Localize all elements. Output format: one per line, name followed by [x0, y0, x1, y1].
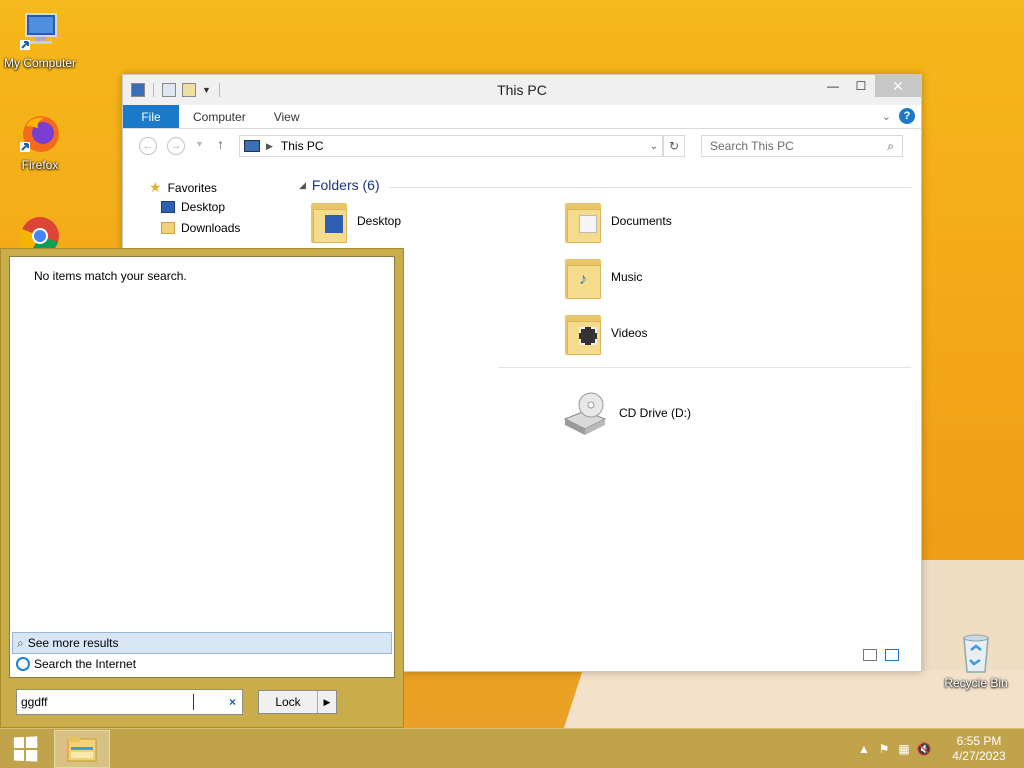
- folder-icon: [565, 311, 601, 355]
- search-query: ggdff: [21, 695, 48, 709]
- computer-icon: [244, 140, 260, 152]
- search-input[interactable]: Search This PC ⌕: [701, 135, 903, 157]
- firefox-icon: [18, 112, 62, 156]
- text-cursor: [193, 694, 194, 710]
- folder-label: Music: [611, 270, 643, 284]
- taskbar: ▲ ⚑ ▦ 🔇 6:55 PM 4/27/2023: [0, 728, 1024, 768]
- show-hidden-icons-icon[interactable]: ▲: [854, 742, 874, 756]
- search-icon: ⌕: [887, 139, 894, 153]
- search-icon: ⌕: [17, 635, 24, 650]
- power-options-arrow-icon[interactable]: ▶: [318, 691, 336, 713]
- recent-locations-icon[interactable]: ▼: [195, 139, 204, 149]
- desktop-icon-label: Firefox: [21, 158, 59, 172]
- expand-ribbon-icon[interactable]: ⌄: [882, 110, 891, 123]
- tab-file[interactable]: File: [123, 105, 179, 128]
- see-more-results[interactable]: ⌕ See more results: [12, 632, 392, 654]
- divider: [389, 187, 911, 188]
- search-internet[interactable]: Search the Internet: [16, 657, 136, 671]
- cd-drive-icon: [563, 392, 607, 435]
- collapse-icon: ◢: [299, 179, 306, 190]
- tab-view[interactable]: View: [260, 105, 314, 128]
- view-switcher: [863, 649, 899, 661]
- network-icon[interactable]: ▦: [894, 742, 914, 756]
- folder-music[interactable]: ♪ Music: [565, 255, 642, 299]
- details-view-icon[interactable]: [863, 649, 877, 661]
- help-icon[interactable]: ?: [899, 108, 915, 124]
- tab-computer[interactable]: Computer: [179, 105, 260, 128]
- chevron-right-icon: ▶: [266, 140, 273, 151]
- nav-favorites[interactable]: ★ Favorites: [149, 179, 217, 196]
- desktop-icon-my-computer[interactable]: My Computer: [2, 10, 78, 70]
- start-search-input[interactable]: ggdff ×: [16, 689, 243, 715]
- search-results-pane: No items match your search. ⌕ See more r…: [9, 256, 395, 678]
- desktop-icon-recycle-bin[interactable]: Recycle Bin: [938, 630, 1014, 690]
- group-header-label: Folders (6): [311, 177, 380, 193]
- chevron-down-icon[interactable]: ⌄: [650, 141, 658, 152]
- folder-label: Documents: [611, 214, 672, 228]
- start-button[interactable]: [0, 729, 50, 768]
- desktop-icon-label: My Computer: [3, 56, 77, 70]
- folder-documents[interactable]: Documents: [565, 199, 672, 243]
- nav-label: Desktop: [181, 200, 226, 214]
- large-icons-view-icon[interactable]: [885, 649, 899, 661]
- clock-date: 4/27/2023: [952, 749, 1006, 763]
- window-controls: — ☐ ✕: [819, 75, 921, 97]
- maximize-button[interactable]: ☐: [847, 75, 875, 97]
- back-button[interactable]: ←: [139, 137, 157, 155]
- title-bar[interactable]: ▼ This PC — ☐ ✕: [123, 75, 921, 105]
- address-bar[interactable]: ▶ This PC ⌄: [239, 135, 663, 157]
- lock-button[interactable]: Lock: [259, 691, 318, 713]
- nav-item-downloads[interactable]: Downloads: [161, 221, 240, 235]
- star-icon: ★: [149, 179, 162, 195]
- taskbar-file-explorer[interactable]: [54, 730, 110, 768]
- folder-label: Desktop: [357, 214, 402, 228]
- desktop-icon-label: Recycle Bin: [944, 676, 1008, 690]
- up-button[interactable]: ↑: [217, 136, 224, 152]
- folder-videos[interactable]: Videos: [565, 311, 647, 355]
- nav-label: Favorites: [167, 180, 217, 195]
- nav-label: Downloads: [181, 221, 241, 235]
- volume-muted-icon[interactable]: 🔇: [914, 742, 934, 756]
- clock-time: 6:55 PM: [956, 734, 1002, 748]
- minimize-button[interactable]: —: [819, 75, 847, 97]
- search-internet-label: Search the Internet: [34, 657, 137, 671]
- folder-desktop[interactable]: Desktop: [311, 199, 401, 243]
- internet-explorer-icon: [16, 657, 30, 671]
- recycle-bin-icon: [954, 630, 998, 674]
- nav-item-desktop[interactable]: Desktop: [161, 200, 225, 214]
- see-more-label: See more results: [27, 636, 119, 650]
- forward-button[interactable]: →: [167, 137, 185, 155]
- downloads-icon: [161, 222, 175, 234]
- folder-icon: ♪: [565, 255, 601, 299]
- action-center-flag-icon[interactable]: ⚑: [874, 742, 894, 756]
- no-results-message: No items match your search.: [34, 269, 187, 283]
- desktop-icon-firefox[interactable]: Firefox: [2, 112, 78, 172]
- address-text: This PC: [280, 139, 324, 153]
- window-title: This PC: [497, 82, 547, 98]
- computer-icon: [18, 10, 62, 54]
- close-button[interactable]: ✕: [875, 75, 921, 97]
- drive-cd[interactable]: CD Drive (D:): [561, 389, 691, 437]
- file-explorer-icon: [67, 737, 97, 762]
- folder-label: Videos: [611, 326, 648, 340]
- power-button-group: Lock ▶: [258, 690, 337, 714]
- divider: [499, 367, 911, 368]
- drive-label: CD Drive (D:): [619, 406, 691, 420]
- group-header-folders[interactable]: ◢ Folders (6): [299, 177, 380, 193]
- desktop-icon: [161, 201, 175, 213]
- system-tray: ▲ ⚑ ▦ 🔇 6:55 PM 4/27/2023: [854, 729, 1024, 768]
- windows-logo-icon: [13, 736, 38, 762]
- ribbon: File Computer View ⌄ ?: [123, 105, 921, 129]
- clear-icon[interactable]: ×: [229, 690, 236, 714]
- search-placeholder: Search This PC: [710, 139, 794, 153]
- folder-icon: [565, 199, 601, 243]
- start-menu: No items match your search. ⌕ See more r…: [0, 248, 404, 728]
- navigation-bar: ← → ▼ ↑ ▶ This PC ⌄ ↻ Search This PC ⌕: [123, 129, 921, 163]
- clock[interactable]: 6:55 PM 4/27/2023: [934, 734, 1024, 764]
- refresh-button[interactable]: ↻: [663, 135, 685, 157]
- folder-icon: [311, 199, 347, 243]
